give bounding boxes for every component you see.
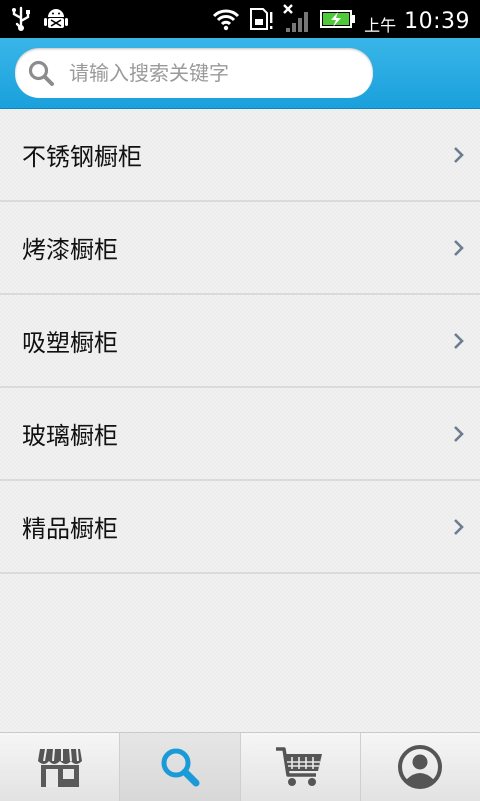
search-icon xyxy=(161,748,200,787)
sd-card-icon xyxy=(248,6,274,36)
tab-store[interactable] xyxy=(0,733,121,801)
chevron-right-icon xyxy=(454,425,464,442)
android-debug-icon xyxy=(44,6,68,36)
status-bar: 上午 10:39 xyxy=(0,0,480,38)
user-account-icon xyxy=(398,745,443,789)
list-item-label: 玻璃橱柜 xyxy=(22,422,118,450)
list-item[interactable]: 烤漆橱柜 xyxy=(0,202,480,295)
store-icon xyxy=(37,748,82,787)
battery-charging-icon xyxy=(320,8,356,34)
list-item[interactable]: 精品橱柜 xyxy=(0,481,480,574)
wifi-icon xyxy=(212,7,240,35)
bottom-tab-bar xyxy=(0,732,480,801)
search-box[interactable] xyxy=(15,48,373,98)
list-item-label: 吸塑橱柜 xyxy=(22,329,118,357)
tab-search[interactable] xyxy=(120,733,241,801)
chevron-right-icon xyxy=(454,518,464,535)
category-list: 不锈钢橱柜 烤漆橱柜 吸塑橱柜 玻璃橱柜 精品橱柜 xyxy=(0,109,480,732)
no-signal-icon xyxy=(282,4,312,38)
search-header xyxy=(0,38,480,109)
list-item[interactable]: 吸塑橱柜 xyxy=(0,295,480,388)
status-time: 10:39 xyxy=(404,8,470,34)
chevron-right-icon xyxy=(454,239,464,256)
shopping-cart-icon xyxy=(276,747,323,786)
tab-account[interactable] xyxy=(361,733,480,801)
chevron-right-icon xyxy=(454,146,464,163)
tab-cart[interactable] xyxy=(241,733,361,801)
search-input[interactable] xyxy=(67,60,373,86)
status-ampm: 上午 xyxy=(364,16,397,35)
usb-icon xyxy=(10,6,32,36)
list-item[interactable]: 不锈钢橱柜 xyxy=(0,109,480,202)
chevron-right-icon xyxy=(454,332,464,349)
list-item-label: 烤漆橱柜 xyxy=(22,236,118,264)
list-item[interactable]: 玻璃橱柜 xyxy=(0,388,480,481)
list-item-label: 不锈钢橱柜 xyxy=(22,143,142,171)
list-item-label: 精品橱柜 xyxy=(22,515,118,543)
search-icon xyxy=(15,59,67,87)
